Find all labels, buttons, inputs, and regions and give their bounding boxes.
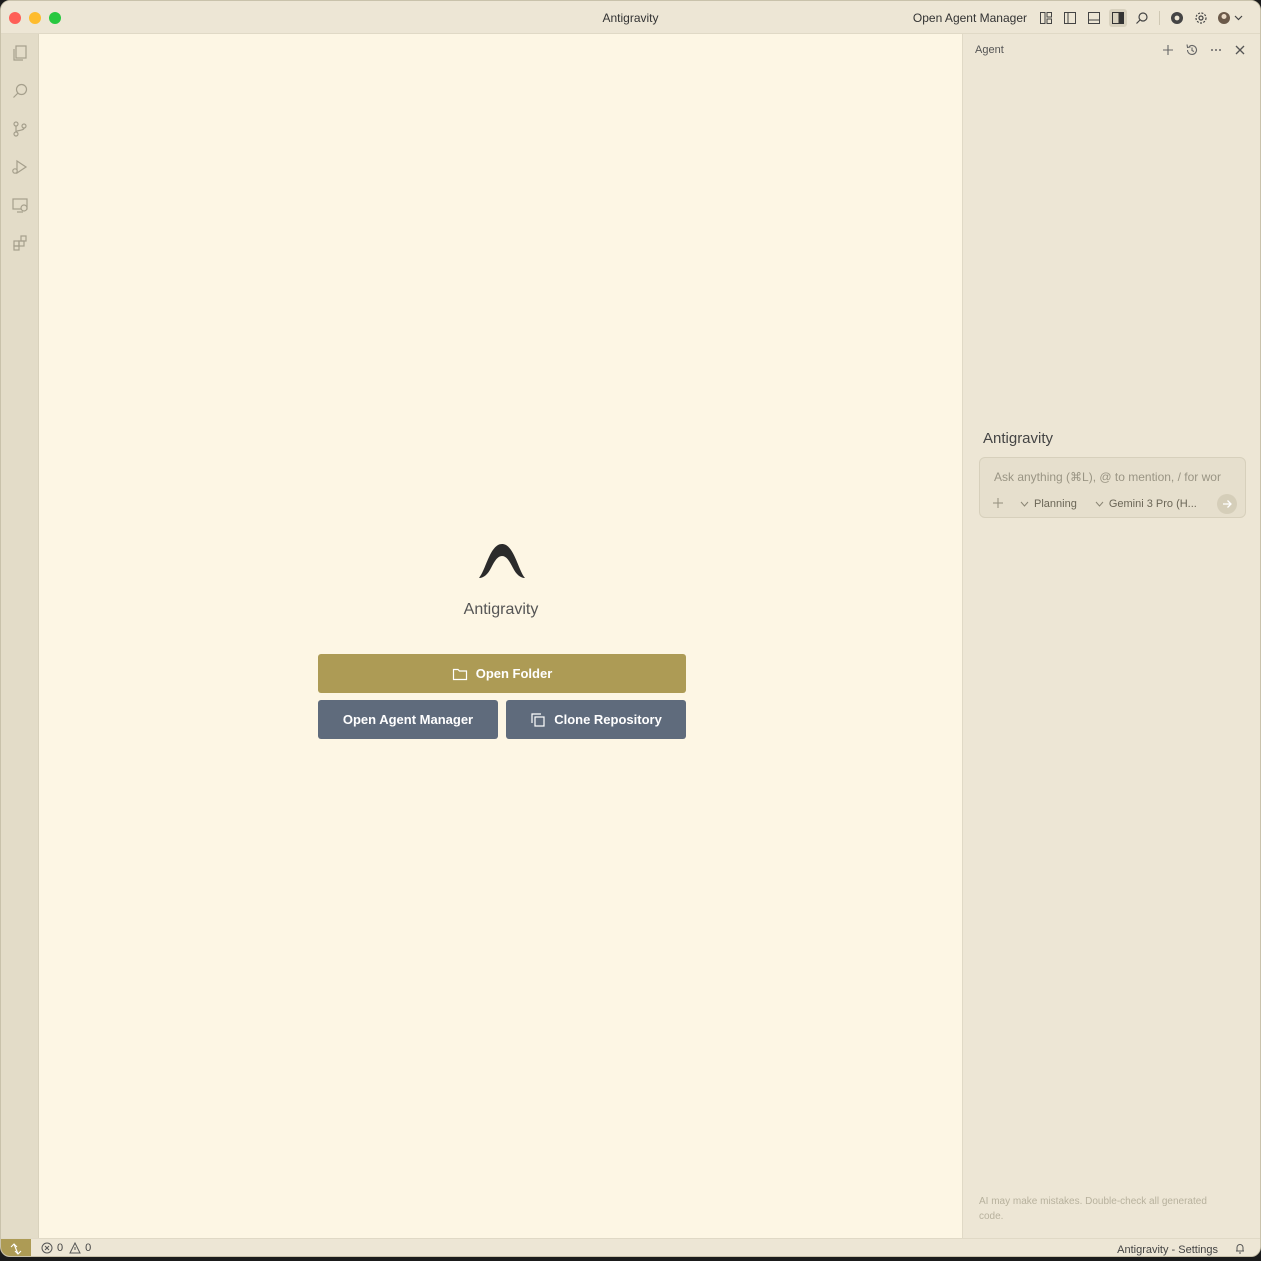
- title-bar: Antigravity Open Agent Manager: [1, 1, 1260, 34]
- open-agent-manager-button[interactable]: Open Agent Manager: [318, 700, 498, 739]
- status-right: Antigravity - Settings: [1117, 1242, 1246, 1256]
- chevron-down-icon: [1020, 501, 1029, 507]
- history-icon[interactable]: [1184, 42, 1200, 58]
- ai-disclaimer: AI may make mistakes. Double-check all g…: [979, 1196, 1207, 1222]
- clone-repository-button[interactable]: Clone Repository: [506, 700, 686, 739]
- toggle-panel-icon[interactable]: [1085, 9, 1103, 27]
- warning-count: 0: [85, 1242, 92, 1254]
- add-context-plus-icon[interactable]: [992, 497, 1006, 512]
- toggle-secondary-sidebar-icon[interactable]: [1109, 9, 1127, 27]
- close-panel-icon[interactable]: [1232, 42, 1248, 58]
- agent-panel: Agent Antigravity Ask anything (⌘L), @ t…: [962, 34, 1260, 1238]
- open-folder-label: Open Folder: [475, 666, 553, 681]
- app-name-heading: Antigravity: [463, 601, 539, 618]
- error-icon: [41, 1242, 53, 1254]
- open-agent-manager-link[interactable]: Open Agent Manager: [913, 11, 1027, 25]
- send-button[interactable]: [1217, 494, 1237, 514]
- extensions-icon[interactable]: [9, 232, 31, 254]
- folder-icon: [452, 668, 467, 680]
- search-icon[interactable]: [9, 80, 31, 102]
- agent-panel-actions: [1160, 42, 1248, 58]
- chat-input-box[interactable]: Ask anything (⌘L), @ to mention, / for w…: [979, 457, 1246, 518]
- chevron-down-icon: [1095, 501, 1104, 507]
- antigravity-logo-icon: [479, 544, 525, 578]
- clone-icon: [531, 712, 545, 727]
- remote-indicator[interactable]: [1, 1239, 31, 1256]
- error-count: 0: [57, 1242, 64, 1254]
- agent-panel-header: Agent: [975, 44, 1004, 56]
- divider: [1159, 11, 1160, 25]
- new-chat-plus-icon[interactable]: [1160, 42, 1176, 58]
- explorer-icon[interactable]: [9, 42, 31, 64]
- status-bar: 0 0 Antigravity - Settings: [1, 1238, 1260, 1256]
- arrow-right-icon: [1223, 500, 1232, 508]
- warning-icon: [69, 1242, 81, 1254]
- app-window: Antigravity Open Agent Manager Antigravi…: [0, 0, 1261, 1257]
- open-folder-button[interactable]: Open Folder: [318, 654, 686, 693]
- problems-indicator[interactable]: 0 0: [41, 1242, 91, 1254]
- account-avatar-icon[interactable]: [1216, 9, 1246, 27]
- notifications-bell-icon[interactable]: [1234, 1242, 1246, 1256]
- more-actions-icon[interactable]: [1208, 42, 1224, 58]
- activity-bar: [1, 34, 39, 1238]
- search-icon[interactable]: [1133, 9, 1151, 27]
- chat-input[interactable]: Ask anything (⌘L), @ to mention, / for w…: [994, 470, 1238, 484]
- open-agent-manager-label: Open Agent Manager: [342, 712, 474, 727]
- remote-explorer-icon[interactable]: [9, 194, 31, 216]
- settings-status-item[interactable]: Antigravity - Settings: [1117, 1244, 1218, 1256]
- customize-layout-icon[interactable]: [1037, 9, 1055, 27]
- settings-gear-icon[interactable]: [1192, 9, 1210, 27]
- model-dropdown[interactable]: Gemini 3 Pro (H...: [1095, 498, 1197, 510]
- chat-controls: Planning Gemini 3 Pro (H...: [992, 494, 1237, 514]
- browser-icon[interactable]: [1168, 9, 1186, 27]
- source-control-icon[interactable]: [9, 118, 31, 140]
- model-label: Gemini 3 Pro (H...: [1108, 498, 1197, 510]
- toggle-primary-sidebar-icon[interactable]: [1061, 9, 1079, 27]
- title-actions: Open Agent Manager: [913, 7, 1246, 29]
- mode-label: Planning: [1034, 498, 1077, 510]
- editor-area: Antigravity Open Folder Open Agent Manag…: [40, 34, 962, 1238]
- remote-connection-icon: [10, 1243, 22, 1255]
- clone-repository-label: Clone Repository: [554, 712, 662, 727]
- run-debug-icon[interactable]: [9, 156, 31, 178]
- agent-title: Antigravity: [983, 430, 1054, 447]
- mode-dropdown[interactable]: Planning: [1020, 498, 1077, 510]
